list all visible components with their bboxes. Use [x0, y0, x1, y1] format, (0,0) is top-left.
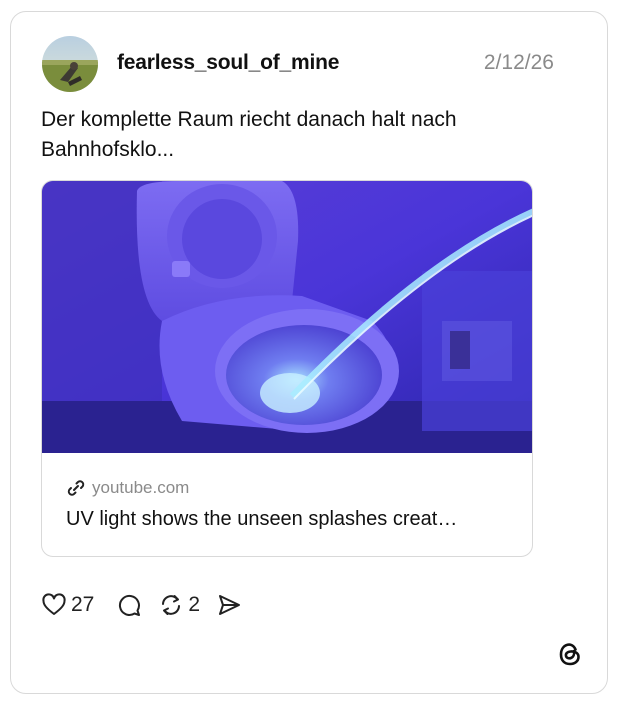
link-domain: youtube.com [92, 478, 190, 497]
avatar[interactable] [42, 36, 98, 92]
link-icon [67, 480, 85, 496]
threads-logo[interactable] [556, 640, 584, 668]
share-icon [219, 595, 241, 615]
link-domain-row: youtube.com [66, 477, 189, 499]
like-count: 27 [71, 593, 95, 616]
repost-icon [162, 595, 181, 615]
comment-icon [119, 594, 141, 616]
link-preview-card[interactable]: youtube.com UV light shows the unseen sp… [41, 180, 533, 557]
comment-button[interactable] [116, 592, 142, 618]
heart-icon [42, 593, 66, 615]
repost-button[interactable]: 2 [158, 591, 200, 619]
repost-count: 2 [188, 593, 201, 616]
link-title[interactable]: UV light shows the unseen splashes creat… [66, 505, 457, 533]
post-text: Der komplette Raum riecht danach halt na… [41, 108, 457, 161]
post-date: 2/12/26 [483, 51, 554, 74]
action-bar: 27 2 [41, 590, 258, 620]
uv-toilet-thumbnail [42, 181, 532, 453]
username[interactable]: fearless_soul_of_mine [117, 49, 339, 77]
share-button[interactable] [216, 592, 242, 618]
like-button[interactable]: 27 [41, 591, 94, 619]
